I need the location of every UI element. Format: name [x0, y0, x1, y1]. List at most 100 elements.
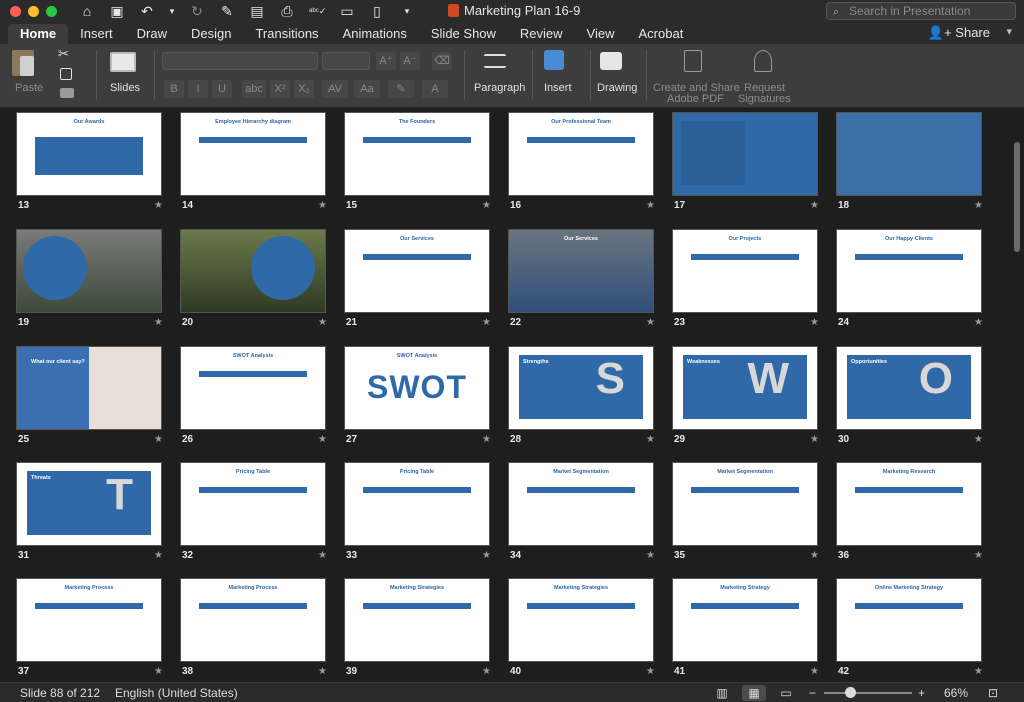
zoom-slider[interactable] [824, 692, 912, 694]
slide-thumbnail[interactable]: Marketing Strategies [508, 578, 654, 662]
slide-thumbnail[interactable]: What our client say? [16, 346, 162, 430]
zoom-level[interactable]: 66% [944, 686, 968, 700]
print-icon[interactable]: ⎙ [279, 3, 295, 20]
tab-home[interactable]: Home [8, 24, 69, 44]
tab-acrobat[interactable]: Acrobat [627, 24, 696, 44]
character-spacing-button[interactable]: AV [322, 80, 348, 98]
home-icon[interactable]: ⌂ [79, 3, 95, 19]
star-icon[interactable]: ★ [810, 434, 819, 445]
star-icon[interactable]: ★ [974, 434, 983, 445]
edit-icon[interactable]: ✎ [219, 3, 235, 20]
share-button[interactable]: 👤+ Share [928, 25, 990, 41]
paste-button[interactable]: Paste [8, 44, 48, 108]
slide-thumbnail[interactable] [836, 112, 982, 196]
slide-thumbnail[interactable]: Our Happy Clients [836, 229, 982, 313]
slide-thumbnail[interactable]: Pricing Table [344, 462, 490, 546]
strikethrough-button[interactable]: abc [242, 80, 266, 98]
tab-transitions[interactable]: Transitions [243, 24, 330, 44]
vertical-scrollbar[interactable] [1012, 110, 1022, 680]
star-icon[interactable]: ★ [646, 200, 655, 211]
zoom-window-button[interactable] [46, 5, 57, 17]
drawing-button[interactable]: Drawing [594, 44, 640, 108]
star-icon[interactable]: ★ [810, 200, 819, 211]
star-icon[interactable]: ★ [646, 317, 655, 328]
redo-icon[interactable]: ↻ [189, 3, 205, 20]
star-icon[interactable]: ★ [482, 434, 491, 445]
star-icon[interactable]: ★ [646, 666, 655, 677]
slides-button[interactable]: Slides [104, 44, 148, 108]
tab-slide-show[interactable]: Slide Show [419, 24, 508, 44]
slide-thumbnail[interactable]: Marketing Research [836, 462, 982, 546]
tab-animations[interactable]: Animations [331, 24, 419, 44]
star-icon[interactable]: ★ [974, 200, 983, 211]
decrease-font-button[interactable]: A⁻ [400, 52, 420, 70]
subscript-button[interactable]: X₂ [294, 80, 314, 98]
create-share-pdf-button[interactable]: Create and Share Adobe PDF [652, 44, 740, 108]
star-icon[interactable]: ★ [974, 550, 983, 561]
star-icon[interactable]: ★ [318, 200, 327, 211]
zoom-slider-knob[interactable] [845, 687, 856, 698]
font-size-dropdown[interactable] [322, 52, 370, 70]
copy-icon[interactable] [60, 68, 72, 80]
font-color-button[interactable]: A [422, 80, 448, 98]
slide-thumbnail[interactable]: Our Professional Team [508, 112, 654, 196]
slide-thumbnail[interactable]: Online Marketing Strategy [836, 578, 982, 662]
highlight-button[interactable]: ✎ [388, 80, 414, 98]
slide-thumbnail[interactable] [16, 229, 162, 313]
reading-view-icon[interactable]: ▭ [774, 685, 798, 701]
minimize-window-button[interactable] [28, 5, 39, 17]
slide-thumbnail[interactable]: Marketing Process [180, 578, 326, 662]
slide-thumbnail[interactable]: Our Awards [16, 112, 162, 196]
star-icon[interactable]: ★ [482, 550, 491, 561]
tab-design[interactable]: Design [179, 24, 243, 44]
star-icon[interactable]: ★ [318, 550, 327, 561]
slide-thumbnail[interactable]: Market Segmentation [508, 462, 654, 546]
normal-view-icon[interactable]: ▥ [710, 685, 734, 701]
clear-format-button[interactable]: ⌫ [432, 52, 452, 70]
cut-icon[interactable]: ✂ [58, 46, 74, 61]
slide-thumbnail[interactable]: Strengths S [508, 346, 654, 430]
star-icon[interactable]: ★ [154, 666, 163, 677]
star-icon[interactable]: ★ [482, 666, 491, 677]
bold-button[interactable]: B [164, 80, 184, 98]
star-icon[interactable]: ★ [646, 550, 655, 561]
undo-icon[interactable]: ↶ [139, 3, 155, 20]
request-signatures-button[interactable]: Request Signatures [736, 44, 792, 108]
star-icon[interactable]: ★ [318, 317, 327, 328]
slide-thumbnail[interactable] [672, 112, 818, 196]
slide-thumbnail[interactable]: The Founders [344, 112, 490, 196]
slide-thumbnail[interactable]: SWOT Analysis [180, 346, 326, 430]
slide-thumbnail[interactable] [180, 229, 326, 313]
scrollbar-thumb[interactable] [1014, 142, 1020, 252]
new-doc-icon[interactable]: ▯ [369, 3, 385, 20]
slide-thumbnail[interactable]: SWOT Analysis SWOT [344, 346, 490, 430]
star-icon[interactable]: ★ [318, 666, 327, 677]
star-icon[interactable]: ★ [810, 317, 819, 328]
customize-icon[interactable]: ▾ [399, 6, 415, 17]
star-icon[interactable]: ★ [154, 434, 163, 445]
italic-button[interactable]: I [188, 80, 208, 98]
star-icon[interactable]: ★ [646, 434, 655, 445]
slide-thumbnail[interactable]: Market Segmentation [672, 462, 818, 546]
format-painter-icon[interactable] [60, 88, 74, 98]
close-window-button[interactable] [10, 5, 21, 17]
slide-thumbnail[interactable]: Employee Hierarchy diagram [180, 112, 326, 196]
slide-thumbnail[interactable]: Our Projects [672, 229, 818, 313]
star-icon[interactable]: ★ [974, 317, 983, 328]
star-icon[interactable]: ★ [482, 200, 491, 211]
search-input[interactable]: ⌕ Search in Presentation [826, 2, 1016, 20]
save-icon[interactable]: ▣ [109, 3, 125, 20]
increase-font-button[interactable]: A⁺ [376, 52, 396, 70]
star-icon[interactable]: ★ [154, 200, 163, 211]
tab-view[interactable]: View [575, 24, 627, 44]
slide-thumbnail[interactable]: Our Services [344, 229, 490, 313]
slide-thumbnail[interactable]: Marketing Strategies [344, 578, 490, 662]
picture-icon[interactable]: ▤ [249, 3, 265, 20]
undo-dropdown-icon[interactable]: ▾ [169, 6, 175, 17]
change-case-button[interactable]: Aa [354, 80, 380, 98]
slide-thumbnail[interactable]: Threats T [16, 462, 162, 546]
tab-review[interactable]: Review [508, 24, 575, 44]
star-icon[interactable]: ★ [154, 317, 163, 328]
star-icon[interactable]: ★ [810, 666, 819, 677]
star-icon[interactable]: ★ [810, 550, 819, 561]
